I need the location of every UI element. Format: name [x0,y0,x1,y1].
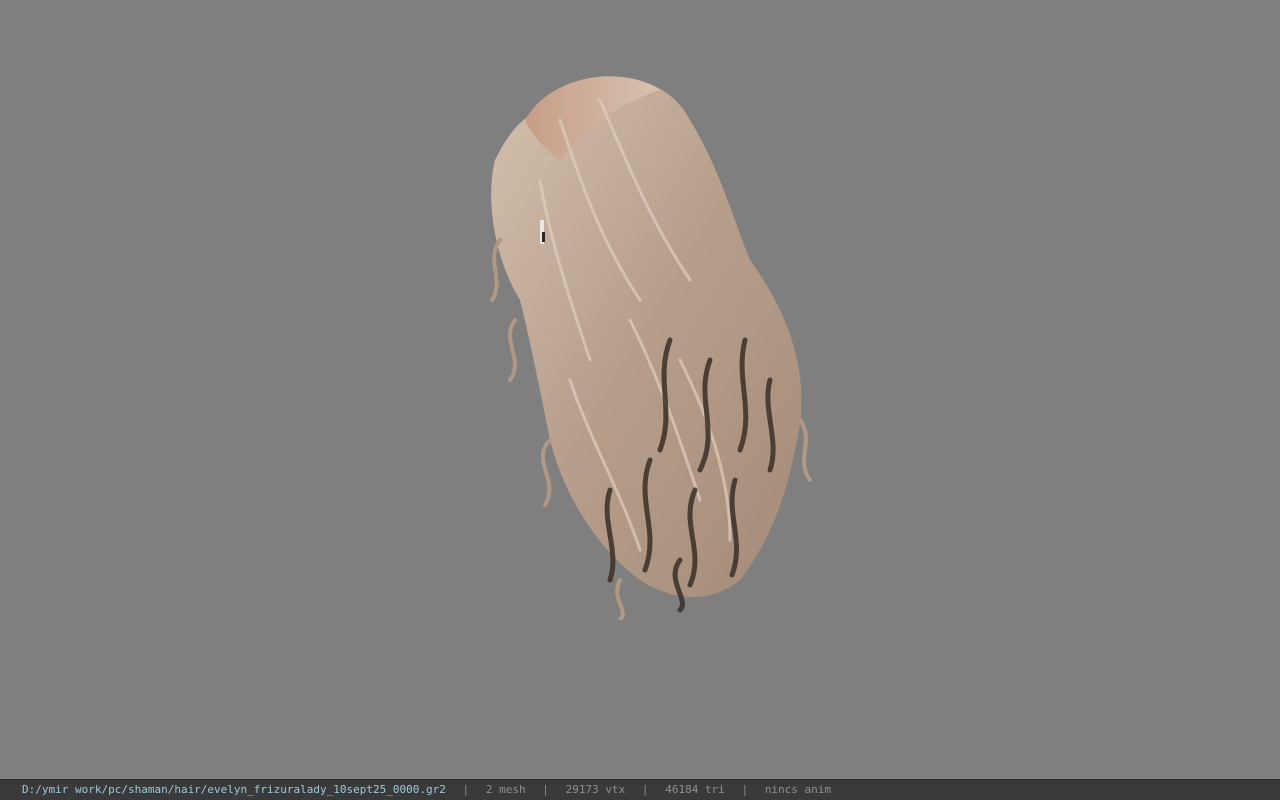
separator: | [542,783,549,796]
status-bar: D:/ymir work/pc/shaman/hair/evelyn_frizu… [0,779,1280,800]
separator: | [462,783,470,796]
separator: | [741,783,749,796]
mesh-count: 2 mesh [485,783,526,796]
triangle-count: 46184 tri [665,783,725,796]
3d-viewport[interactable] [0,0,1280,779]
anim-status: nincs anim [764,783,832,796]
file-path: D:/ymir work/pc/shaman/hair/evelyn_frizu… [22,783,446,796]
vertex-count: 29173 vtx [565,783,626,796]
hair-model [490,76,812,620]
separator: | [641,783,649,796]
